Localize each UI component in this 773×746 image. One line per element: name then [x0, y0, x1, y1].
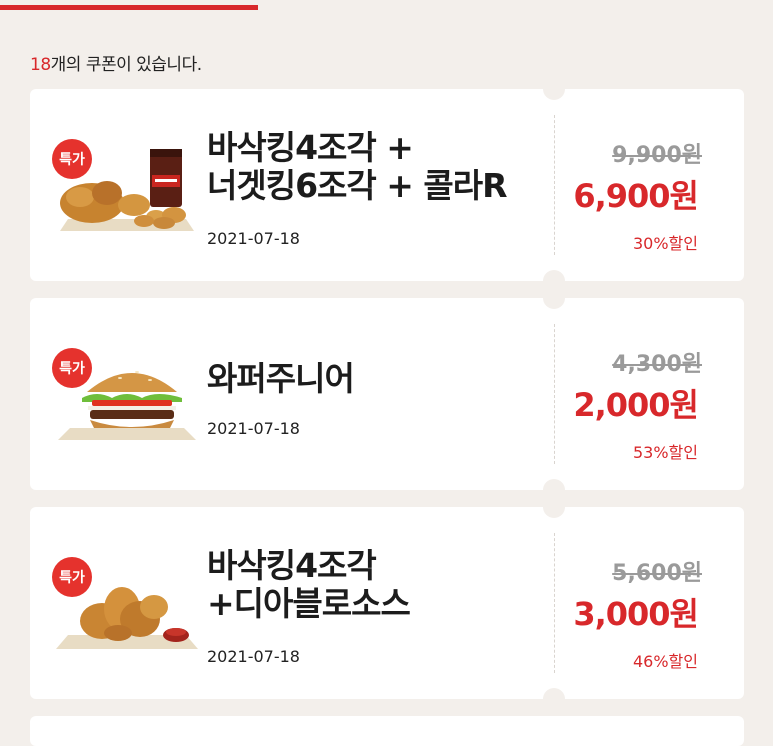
coupon-date: 2021-07-18	[207, 229, 300, 248]
sale-price: 3,000원	[573, 595, 699, 633]
coupon-count-number: 18	[30, 55, 51, 75]
coupon-card[interactable]: 특가 바삭킹4조각 +디아블로소스 2021-07-18 5,600원 3,00…	[30, 496, 744, 710]
original-price: 4,300원	[612, 352, 702, 377]
sale-price: 2,000원	[573, 386, 699, 424]
coupon-title: 바삭킹4조각 +디아블로소스	[207, 546, 411, 623]
coupon-date: 2021-07-18	[207, 647, 300, 666]
perforation-divider	[554, 324, 555, 464]
active-tab-indicator	[0, 5, 258, 10]
original-price: 5,600원	[612, 561, 702, 586]
special-offer-badge: 특가	[52, 348, 92, 388]
sale-price: 6,900원	[573, 177, 699, 215]
coupon-count: 18개의 쿠폰이 있습니다.	[30, 50, 202, 75]
coupon-card[interactable]: 특가 바삭킹4조각 + 너겟킹6조각 + 콜라R 2021-07-18 9,90…	[30, 78, 744, 292]
special-offer-badge: 특가	[52, 557, 92, 597]
coupon-count-label: 개의 쿠폰이 있습니다.	[50, 55, 202, 75]
coupon-title: 와퍼주니어	[207, 359, 355, 398]
original-price: 9,900원	[612, 143, 702, 168]
discount-rate: 53%할인	[632, 443, 698, 462]
discount-rate: 30%할인	[632, 234, 698, 253]
coupon-title: 바삭킹4조각 + 너겟킹6조각 + 콜라R	[207, 128, 508, 205]
coupon-date: 2021-07-18	[207, 419, 300, 438]
perforation-divider	[554, 115, 555, 255]
coupon-card-partial[interactable]	[30, 716, 744, 746]
discount-rate: 46%할인	[632, 652, 698, 671]
special-offer-badge: 특가	[52, 139, 92, 179]
coupon-card[interactable]: 특가 와퍼주니어 2021-07-18 4,300원 2,000원 53%할인	[30, 287, 744, 501]
perforation-divider	[554, 533, 555, 673]
